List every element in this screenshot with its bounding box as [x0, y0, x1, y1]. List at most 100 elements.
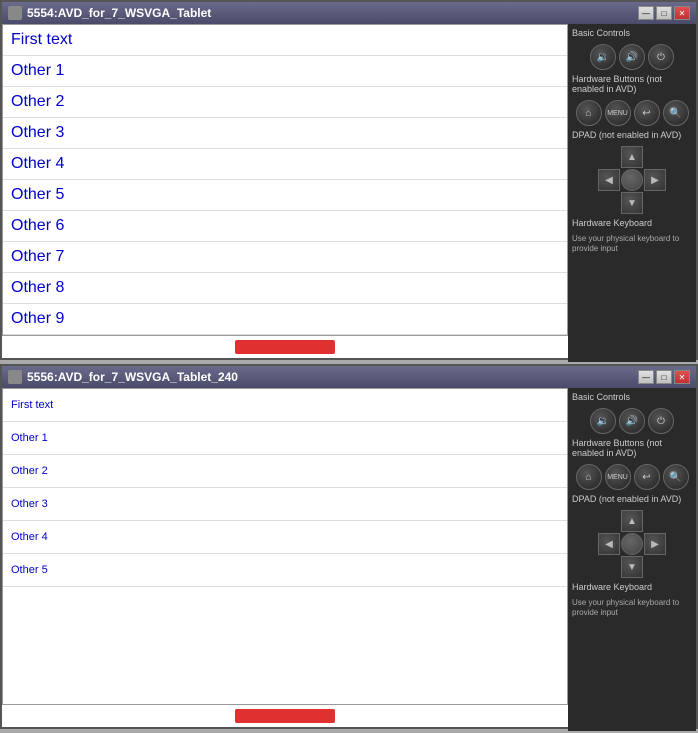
power-icon-1: ⏻: [657, 52, 665, 63]
hw-buttons-label-1: Hardware Buttons (not enabled in AVD): [572, 74, 692, 94]
dpad-left-button-2[interactable]: ◀: [598, 533, 620, 555]
list-item-w1-1[interactable]: Other 1: [3, 56, 567, 87]
power-button-1[interactable]: ⏻: [648, 44, 674, 70]
search-icon-1: 🔍: [669, 108, 681, 119]
dpad-down-button-2[interactable]: ▼: [621, 556, 643, 578]
window-2: 5556:AVD_for_7_WSVGA_Tablet_240 — □ ✕ Fi…: [0, 364, 698, 729]
list-item-w1-9[interactable]: Other 9: [3, 304, 567, 335]
power-button-2[interactable]: ⏻: [648, 408, 674, 434]
window-body-1: First text Other 1 Other 2 Other 3 Other…: [2, 24, 568, 358]
basic-buttons-row-1: 🔉 🔊 ⏻: [572, 44, 692, 70]
search-button-1[interactable]: 🔍: [663, 100, 689, 126]
title-bar-buttons-1: — □ ✕: [638, 6, 690, 20]
dpad-2: ▲ ◀ ▶ ▼: [572, 510, 692, 578]
list-item-w1-7[interactable]: Other 7: [3, 242, 567, 273]
volume-up-icon-1: 🔊: [626, 52, 638, 63]
home-button-1[interactable]: ⌂: [576, 100, 602, 126]
title-bar-2: 5556:AVD_for_7_WSVGA_Tablet_240 — □ ✕: [2, 366, 696, 388]
dpad-right-button-1[interactable]: ▶: [644, 169, 666, 191]
close-button-2[interactable]: ✕: [674, 370, 690, 384]
list-item-w1-6[interactable]: Other 6: [3, 211, 567, 242]
power-icon-2: ⏻: [657, 416, 665, 427]
dpad-label-2: DPAD (not enabled in AVD): [572, 494, 692, 504]
maximize-button-2[interactable]: □: [656, 370, 672, 384]
volume-up-button-2[interactable]: 🔊: [619, 408, 645, 434]
menu-icon-1: MENU: [607, 110, 628, 117]
search-button-2[interactable]: 🔍: [663, 464, 689, 490]
red-bar-container-1: [2, 336, 568, 358]
list-area-1: First text Other 1 Other 2 Other 3 Other…: [2, 24, 568, 336]
list-item-w1-4[interactable]: Other 4: [3, 149, 567, 180]
minimize-button-1[interactable]: —: [638, 6, 654, 20]
dpad-right-button-2[interactable]: ▶: [644, 533, 666, 555]
home-icon-2: ⌂: [585, 472, 591, 483]
basic-buttons-row-2: 🔉 🔊 ⏻: [572, 408, 692, 434]
hw-buttons-row-1: ⌂ MENU ↩ 🔍: [572, 100, 692, 126]
volume-up-icon-2: 🔊: [626, 416, 638, 427]
list-item-w1-8[interactable]: Other 8: [3, 273, 567, 304]
menu-icon-2: MENU: [607, 474, 628, 481]
window-title-1: 5554:AVD_for_7_WSVGA_Tablet: [27, 6, 638, 20]
volume-down-button-2[interactable]: 🔉: [590, 408, 616, 434]
dpad-up-button-1[interactable]: ▲: [621, 146, 643, 168]
list-item-w1-2[interactable]: Other 2: [3, 87, 567, 118]
control-panel-1: Basic Controls 🔉 🔊 ⏻ Hardware Buttons (n…: [568, 24, 696, 362]
list-item-w2-4[interactable]: Other 4: [3, 521, 567, 554]
volume-down-icon-2: 🔉: [597, 416, 609, 427]
keyboard-label-2: Hardware Keyboard: [572, 582, 692, 592]
hw-buttons-label-2: Hardware Buttons (not enabled in AVD): [572, 438, 692, 458]
back-button-1[interactable]: ↩: [634, 100, 660, 126]
red-bar-container-2: [2, 705, 568, 727]
window-content-1: First text Other 1 Other 2 Other 3 Other…: [2, 24, 696, 358]
menu-button-1[interactable]: MENU: [605, 100, 631, 126]
menu-button-2[interactable]: MENU: [605, 464, 631, 490]
back-icon-2: ↩: [642, 472, 650, 483]
dpad-empty-tl-1: [598, 146, 620, 168]
window-1: 5554:AVD_for_7_WSVGA_Tablet — □ ✕ First …: [0, 0, 698, 360]
dpad-empty-bl-2: [598, 556, 620, 578]
keyboard-text-1: Use your physical keyboard to provide in…: [572, 234, 692, 255]
back-button-2[interactable]: ↩: [634, 464, 660, 490]
list-item-w2-5[interactable]: Other 5: [3, 554, 567, 587]
window-body-2: First text Other 1 Other 2 Other 3 Other…: [2, 388, 568, 727]
list-item-w2-0[interactable]: First text: [3, 389, 567, 422]
dpad-empty-bl-1: [598, 192, 620, 214]
home-button-2[interactable]: ⌂: [576, 464, 602, 490]
basic-controls-label-1: Basic Controls: [572, 28, 692, 38]
search-icon-2: 🔍: [669, 472, 681, 483]
dpad-center-button-1[interactable]: [621, 169, 643, 191]
list-item-w2-1[interactable]: Other 1: [3, 422, 567, 455]
dpad-down-button-1[interactable]: ▼: [621, 192, 643, 214]
dpad-1: ▲ ◀ ▶ ▼: [572, 146, 692, 214]
list-item-w1-3[interactable]: Other 3: [3, 118, 567, 149]
list-item-w1-0[interactable]: First text: [3, 25, 567, 56]
dpad-up-button-2[interactable]: ▲: [621, 510, 643, 532]
title-bar-buttons-2: — □ ✕: [638, 370, 690, 384]
dpad-empty-tl-2: [598, 510, 620, 532]
dpad-empty-tr-2: [644, 510, 666, 532]
window-icon-2: [8, 370, 22, 384]
back-icon-1: ↩: [642, 108, 650, 119]
keyboard-text-2: Use your physical keyboard to provide in…: [572, 598, 692, 619]
volume-up-button-1[interactable]: 🔊: [619, 44, 645, 70]
control-panel-2: Basic Controls 🔉 🔊 ⏻ Hardware Buttons (n…: [568, 388, 696, 731]
volume-down-button-1[interactable]: 🔉: [590, 44, 616, 70]
minimize-button-2[interactable]: —: [638, 370, 654, 384]
list-item-w1-5[interactable]: Other 5: [3, 180, 567, 211]
list-item-w2-3[interactable]: Other 3: [3, 488, 567, 521]
dpad-center-button-2[interactable]: [621, 533, 643, 555]
hw-buttons-row-2: ⌂ MENU ↩ 🔍: [572, 464, 692, 490]
red-bar-1: [235, 340, 335, 354]
window-icon-1: [8, 6, 22, 20]
dpad-empty-br-2: [644, 556, 666, 578]
volume-down-icon-1: 🔉: [597, 52, 609, 63]
basic-controls-label-2: Basic Controls: [572, 392, 692, 402]
dpad-empty-tr-1: [644, 146, 666, 168]
keyboard-label-1: Hardware Keyboard: [572, 218, 692, 228]
close-button-1[interactable]: ✕: [674, 6, 690, 20]
dpad-left-button-1[interactable]: ◀: [598, 169, 620, 191]
dpad-label-1: DPAD (not enabled in AVD): [572, 130, 692, 140]
home-icon-1: ⌂: [585, 108, 591, 119]
list-item-w2-2[interactable]: Other 2: [3, 455, 567, 488]
maximize-button-1[interactable]: □: [656, 6, 672, 20]
